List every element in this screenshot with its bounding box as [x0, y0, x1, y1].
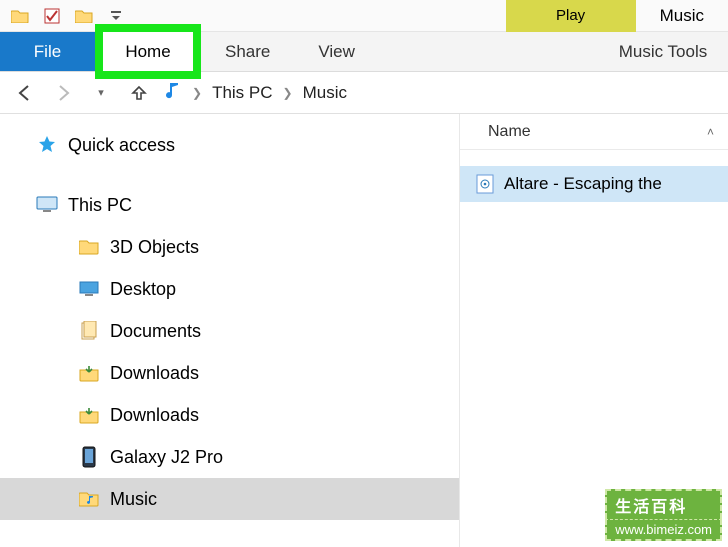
sidebar-item-documents[interactable]: Documents: [0, 310, 459, 352]
contextual-tab-group: Play Music: [506, 0, 728, 32]
watermark: 生活百科 www.bimeiz.com: [605, 489, 722, 541]
forward-button[interactable]: [48, 78, 78, 108]
watermark-line1: 生活百科: [605, 489, 722, 519]
sidebar-item-label: This PC: [68, 195, 132, 216]
documents-icon: [78, 320, 100, 342]
sidebar-item-desktop[interactable]: Desktop: [0, 268, 459, 310]
navigation-tree: Quick access This PC 3D Objects Desktop: [0, 114, 460, 547]
sidebar-item-galaxy-j2-pro[interactable]: Galaxy J2 Pro: [0, 436, 459, 478]
file-tab[interactable]: File: [0, 32, 95, 71]
view-tab[interactable]: View: [294, 32, 379, 71]
sidebar-item-label: Desktop: [110, 279, 176, 300]
music-folder-icon: [162, 80, 182, 105]
sidebar-item-label: Galaxy J2 Pro: [110, 447, 223, 468]
file-list-pane: Name ˄ Altare - Escaping the: [460, 114, 728, 547]
sidebar-item-label: 3D Objects: [110, 237, 199, 258]
title-bar: Play Music: [0, 0, 728, 32]
audio-file-icon: [474, 173, 496, 195]
ribbon-tabs: File Home Share View Music Tools: [0, 32, 728, 72]
folder-icon[interactable]: [6, 2, 34, 30]
up-button[interactable]: [124, 78, 154, 108]
sidebar-item-label: Downloads: [110, 405, 199, 426]
music-tools-tab[interactable]: Music Tools: [598, 32, 728, 71]
watermark-line2: www.bimeiz.com: [605, 519, 722, 541]
home-tab[interactable]: Home: [103, 32, 193, 71]
share-tab[interactable]: Share: [201, 32, 294, 71]
breadcrumb[interactable]: ❯ This PC ❯ Music: [162, 80, 347, 105]
new-folder-icon[interactable]: [70, 2, 98, 30]
sidebar-item-label: Documents: [110, 321, 201, 342]
file-row[interactable]: Altare - Escaping the: [460, 166, 728, 202]
quick-access-toolbar: [0, 2, 130, 30]
file-name: Altare - Escaping the: [504, 174, 662, 194]
sidebar-item-music[interactable]: Music: [0, 478, 459, 520]
sidebar-quick-access[interactable]: Quick access: [0, 124, 459, 166]
sidebar-item-downloads[interactable]: Downloads: [0, 352, 459, 394]
main-pane: Quick access This PC 3D Objects Desktop: [0, 114, 728, 547]
phone-icon: [78, 446, 100, 468]
properties-check-icon[interactable]: [38, 2, 66, 30]
navigation-bar: ▾ ❯ This PC ❯ Music: [0, 72, 728, 114]
folder-icon: [78, 236, 100, 258]
breadcrumb-music[interactable]: Music: [303, 83, 347, 103]
column-header-label: Name: [488, 123, 531, 141]
downloads-icon: [78, 362, 100, 384]
qat-dropdown-icon[interactable]: [102, 2, 130, 30]
chevron-right-icon: ❯: [192, 86, 202, 100]
music-folder-icon: [78, 488, 100, 510]
breadcrumb-this-pc[interactable]: This PC: [212, 83, 272, 103]
chevron-right-icon: ❯: [283, 86, 293, 100]
play-contextual-label: Play: [506, 0, 636, 32]
star-icon: [36, 134, 58, 156]
computer-icon: [36, 194, 58, 216]
sidebar-item-downloads[interactable]: Downloads: [0, 394, 459, 436]
desktop-icon: [78, 278, 100, 300]
sidebar-item-label: Music: [110, 489, 157, 510]
sidebar-item-label: Downloads: [110, 363, 199, 384]
sidebar-item-3d-objects[interactable]: 3D Objects: [0, 226, 459, 268]
sidebar-this-pc[interactable]: This PC: [0, 184, 459, 226]
chevron-up-icon[interactable]: ˄: [707, 125, 714, 139]
column-header-name[interactable]: Name ˄: [460, 114, 728, 150]
recent-dropdown-icon[interactable]: ▾: [86, 78, 116, 108]
downloads-icon: [78, 404, 100, 426]
back-button[interactable]: [10, 78, 40, 108]
window-title: Music: [636, 6, 728, 26]
sidebar-item-label: Quick access: [68, 135, 175, 156]
